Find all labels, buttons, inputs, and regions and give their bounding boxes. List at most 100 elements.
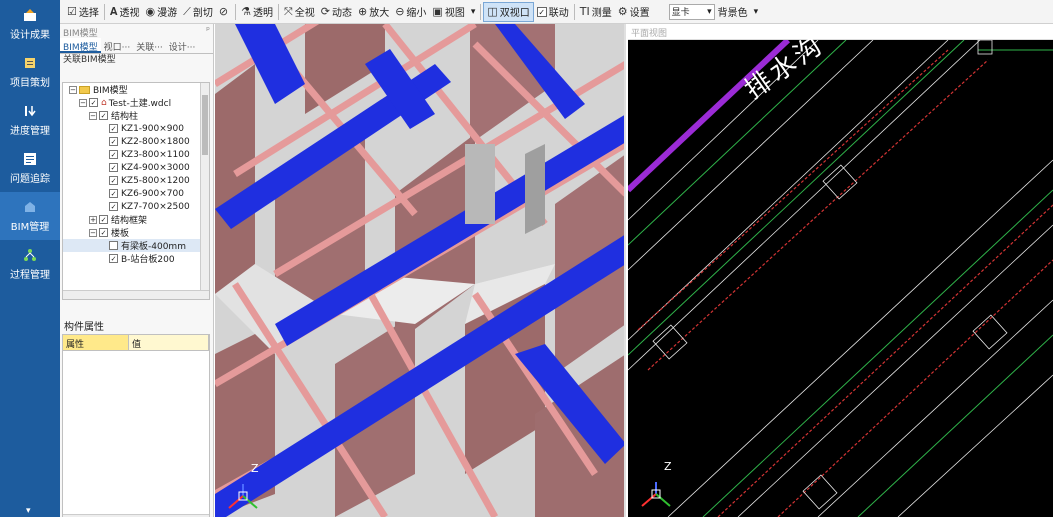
nav-collapse-icon[interactable]: ▾ <box>26 506 31 516</box>
gpu-select[interactable]: 显卡 ▾ <box>668 3 715 20</box>
tree-leaf[interactable]: ✓ KZ1-900×900 <box>63 122 209 135</box>
select-icon: ☑ <box>67 5 77 18</box>
expand-icon[interactable]: + <box>89 215 97 224</box>
tree-vertical-scrollbar[interactable] <box>200 83 209 299</box>
3d-scene <box>215 24 624 517</box>
progress-icon <box>23 104 37 118</box>
roam-button[interactable]: ◉ 漫游 <box>143 2 181 22</box>
plan-drawing <box>628 40 1053 517</box>
tree-leaf[interactable]: ✓ KZ4-900×3000 <box>63 161 209 174</box>
model-tree: − BIM模型 − ✓ ⌂ Test-土建.wdcl − ✓ 结构柱 ✓ KZ1-900×90… <box>62 82 210 300</box>
tree-leaf[interactable]: ✓ KZ3-800×1100 <box>63 148 209 161</box>
nav-item-issue[interactable]: 问题追踪 <box>0 144 60 192</box>
checkbox-checked-icon[interactable]: ✓ <box>109 189 118 198</box>
axis-gizmo-icon <box>228 484 258 509</box>
axis-z-label: Z <box>251 462 259 475</box>
scroll-thumb[interactable] <box>202 95 208 155</box>
checkbox-checked-icon[interactable]: ✓ <box>109 124 118 133</box>
plan-viewport[interactable]: 平面视图 排水沟 Z <box>628 24 1053 517</box>
link-toggle[interactable]: ✓ 联动 <box>534 2 572 22</box>
nav-item-design-result[interactable]: 设计成果 <box>0 0 60 48</box>
checkbox-checked-icon[interactable]: ✓ <box>99 215 108 224</box>
collapse-icon[interactable]: − <box>89 228 97 237</box>
axis-z-label: Z <box>664 460 672 473</box>
tree-leaf[interactable]: ✓ B-站台板200 <box>63 252 209 265</box>
3d-viewport[interactable]: Z <box>215 24 626 517</box>
nav-item-progress[interactable]: 进度管理 <box>0 96 60 144</box>
full-view-button[interactable]: ⤧ 全视 <box>281 2 318 22</box>
no-display-button[interactable]: ⊘ <box>216 2 233 22</box>
tree-leaf[interactable]: ✓ KZ6-900×700 <box>63 187 209 200</box>
tree-leaf[interactable]: ✓ KZ2-800×1800 <box>63 135 209 148</box>
properties-header: 属性 值 <box>63 335 209 351</box>
design-result-icon <box>23 8 37 22</box>
tree-leaf[interactable]: ✓ KZ5-800×1200 <box>63 174 209 187</box>
tab-viewport[interactable]: 视口··· <box>101 38 134 53</box>
transparent-button[interactable]: ⚗ 透明 <box>238 2 276 22</box>
tree-leaf[interactable]: ✓ KZ7-700×2500 <box>63 200 209 213</box>
tab-bim-model[interactable]: BIM模型 <box>60 38 101 53</box>
view-button[interactable]: ▣ 视图 ▾ <box>429 2 478 22</box>
section-button[interactable]: ⟋ 剖切 <box>180 2 216 22</box>
axis-gizmo-icon <box>641 482 671 507</box>
tree-node-root[interactable]: − BIM模型 <box>63 83 209 96</box>
tab-design[interactable]: 设计··· <box>166 38 199 53</box>
measure-button[interactable]: TI 测量 <box>577 2 615 22</box>
nav-item-process[interactable]: 过程管理 <box>0 240 60 288</box>
chevron-down-icon: ▾ <box>707 6 712 17</box>
checkbox-checked-icon[interactable]: ✓ <box>99 228 108 237</box>
tree-leaf[interactable]: 有梁板-400mm <box>63 239 209 252</box>
checkbox-unchecked-icon[interactable] <box>109 241 118 250</box>
panel-caption: BIM模型 ᵖ <box>63 26 210 39</box>
checkbox-checked-icon: ✓ <box>536 6 547 17</box>
toolbar-divider <box>235 3 237 20</box>
settings-button[interactable]: ⚙ 设置 <box>615 2 653 22</box>
perspective-button[interactable]: 𝐀 透视 <box>107 2 143 22</box>
pin-icon[interactable]: ᵖ <box>206 26 210 36</box>
checkbox-checked-icon[interactable]: ✓ <box>109 202 118 211</box>
tree-node-group[interactable]: + ✓ 结构框架 <box>63 213 209 226</box>
flask-icon: ⚗ <box>241 5 251 18</box>
collapse-icon[interactable]: − <box>69 85 77 94</box>
toolbar-divider <box>277 3 279 20</box>
dynamic-button[interactable]: ⟳ 动态 <box>318 2 355 22</box>
background-color-button[interactable]: 背景色 ▾ <box>715 2 762 22</box>
toolbar-divider <box>103 3 105 20</box>
tree-node-group[interactable]: − ✓ 楼板 <box>63 226 209 239</box>
prohibit-icon: ⊘ <box>218 5 229 18</box>
eye-icon: ◉ <box>145 5 156 18</box>
checkbox-checked-icon[interactable]: ✓ <box>109 137 118 146</box>
tree-horizontal-scrollbar[interactable] <box>63 290 209 299</box>
gear-icon: ⚙ <box>617 5 628 18</box>
collapse-icon[interactable]: − <box>89 111 97 120</box>
associated-model-label: 关联BIM模型 <box>63 55 116 65</box>
chevron-down-icon: ▾ <box>470 6 476 17</box>
collapse-icon[interactable]: − <box>79 98 87 107</box>
checkbox-checked-icon[interactable]: ✓ <box>89 98 98 107</box>
checkbox-checked-icon[interactable]: ✓ <box>109 150 118 159</box>
nav-item-project-plan[interactable]: 项目策划 <box>0 48 60 96</box>
properties-title: 构件属性 <box>64 322 104 333</box>
plan-viewport-caption: 平面视图 <box>628 24 1053 40</box>
checkbox-checked-icon[interactable]: ✓ <box>109 176 118 185</box>
zoom-in-icon: ⊕ <box>357 5 368 18</box>
tab-association[interactable]: 关联··· <box>133 38 166 53</box>
checkbox-checked-icon[interactable]: ✓ <box>109 254 118 263</box>
toolbar-divider <box>480 3 482 20</box>
nav-item-bim[interactable]: BIM管理 <box>0 192 60 240</box>
model-side-panel: BIM模型 ᵖ BIM模型 视口··· 关联··· 设计··· 关联BIM模型 −… <box>60 24 214 517</box>
dual-pane-icon: ◫ <box>487 5 498 18</box>
tree-node-group[interactable]: − ✓ 结构柱 <box>63 109 209 122</box>
checkbox-checked-icon[interactable]: ✓ <box>99 111 108 120</box>
zoom-out-button[interactable]: ⊖ 缩小 <box>392 2 429 22</box>
checkbox-checked-icon[interactable]: ✓ <box>109 163 118 172</box>
tree-node-file[interactable]: − ✓ ⌂ Test-土建.wdcl <box>63 96 209 109</box>
property-column-header[interactable]: 属性 <box>63 335 129 351</box>
zoom-in-button[interactable]: ⊕ 放大 <box>355 2 392 22</box>
app-window: 设计成果 项目策划 进度管理 问题追踪 BIM管理 过程管理 ▾ ☑ 选择 𝐀 … <box>0 0 1053 517</box>
value-column-header[interactable]: 值 <box>129 335 209 351</box>
text-measure-icon: TI <box>579 5 590 18</box>
select-button[interactable]: ☑ 选择 <box>64 2 102 22</box>
dual-view-button[interactable]: ◫ 双视口 <box>483 1 534 22</box>
process-icon <box>23 248 37 262</box>
